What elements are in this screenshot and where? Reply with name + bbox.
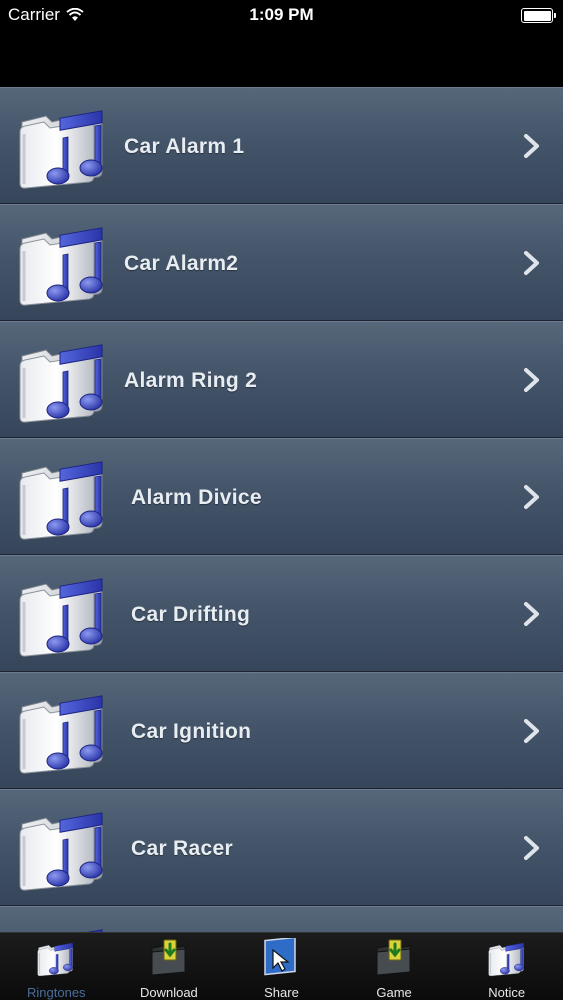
list-item[interactable]: Alarm Ring 2 [0,321,563,438]
tab-label: Share [264,985,299,1000]
list-item[interactable]: Car Ignition [0,672,563,789]
music-folder-icon [16,336,110,424]
music-folder-icon [16,102,110,190]
tab-game[interactable]: Game [338,933,451,1000]
list-item-label: Car Drifting [131,602,251,626]
list-item[interactable]: Car Alarm 1 [0,87,563,204]
status-bar: Carrier 1:09 PM [0,0,563,30]
download-folder-icon [151,939,186,976]
ringtone-list[interactable]: Car Alarm 1 Car Alarm2 Alarm Ring 2 Alar… [0,87,563,932]
music-folder-icon [16,921,110,932]
chevron-right-icon [524,836,539,860]
list-item[interactable] [0,906,563,932]
list-item[interactable]: Car Alarm2 [0,204,563,321]
music-folder-icon [16,453,110,541]
list-item-label: Car Racer [131,836,233,860]
chevron-right-icon [524,485,539,509]
music-folder-icon [16,219,110,307]
music-folder-icon [16,570,110,658]
music-folder-icon [36,938,76,978]
battery-fill [523,10,551,21]
list-item-label: Car Alarm 1 [124,134,245,158]
list-item-label: Car Alarm2 [124,251,239,275]
tab-label: Game [376,985,412,1000]
download-folder-icon [376,939,411,976]
tab-share[interactable]: Share [225,933,338,1000]
music-folder-icon [487,938,527,978]
tab-download[interactable]: Download [113,933,226,1000]
tab-notice[interactable]: Notice [450,933,563,1000]
tab-bar: Ringtones Download Share Game Notice [0,932,563,1000]
list-item-label: Alarm Divice [131,485,262,509]
music-folder-icon [16,804,110,892]
tab-label: Ringtones [27,985,86,1000]
music-folder-icon [16,687,110,775]
chevron-right-icon [524,368,539,392]
chevron-right-icon [524,719,539,743]
status-time: 1:09 PM [249,5,314,24]
cursor-share-icon [264,938,297,976]
tab-label: Notice [488,985,526,1000]
chevron-right-icon [524,602,539,626]
nav-bar [0,30,563,87]
chevron-right-icon [524,134,539,158]
tab-label: Download [139,985,198,1000]
list-item[interactable]: Car Racer [0,789,563,906]
battery-icon [521,8,556,23]
chevron-right-icon [524,251,539,275]
tab-ringtones[interactable]: Ringtones [0,933,113,1000]
list-item[interactable]: Alarm Divice [0,438,563,555]
list-item[interactable]: Car Drifting [0,555,563,672]
list-item-label: Car Ignition [131,719,252,743]
list-item-label: Alarm Ring 2 [124,368,258,392]
